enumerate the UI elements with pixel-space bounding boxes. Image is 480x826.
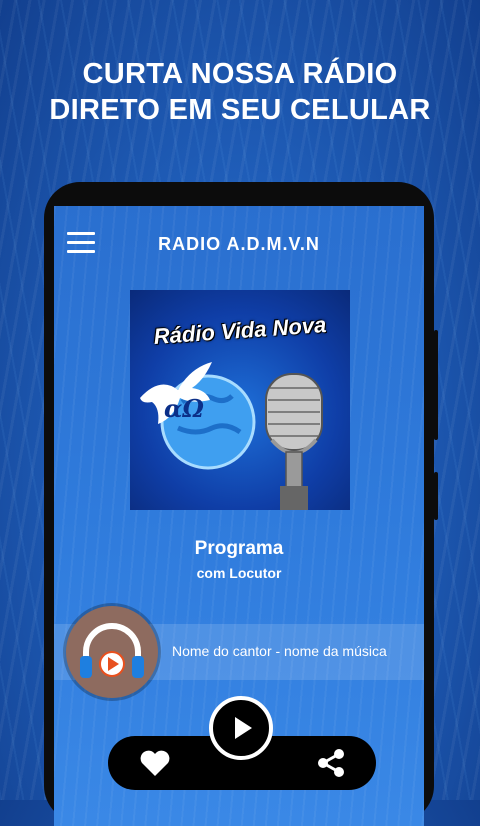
promo-headline: CURTA NOSSA RÁDIO DIRETO EM SEU CELULAR xyxy=(0,56,480,128)
program-title: Programa xyxy=(194,538,284,559)
app-top-bar: RADIO A.D.M.V.N xyxy=(54,206,424,282)
station-cover-art: Rádio Vida Nova αΩ xyxy=(130,290,350,510)
play-button[interactable] xyxy=(209,696,273,760)
now-playing-text: Nome do cantor - nome da música xyxy=(172,643,387,659)
promo-line-2: DIRETO EM SEU CELULAR xyxy=(49,94,431,126)
promo-line-1: CURTA NOSSA RÁDIO xyxy=(82,58,398,90)
headphones-play-icon xyxy=(80,623,144,678)
share-icon[interactable] xyxy=(314,746,348,780)
microphone-icon xyxy=(265,373,323,510)
app-title: RADIO A.D.M.V.N xyxy=(158,234,320,254)
app-screen: RADIO A.D.M.V.N Rádio Vida Nova αΩ Progr… xyxy=(54,206,424,826)
now-playing-artwork xyxy=(66,606,158,698)
heart-icon[interactable] xyxy=(138,746,172,780)
phone-side-button xyxy=(434,330,438,440)
phone-mockup: RADIO A.D.M.V.N Rádio Vida Nova αΩ Progr… xyxy=(44,182,438,826)
play-icon xyxy=(235,717,252,739)
phone-side-button xyxy=(434,472,438,520)
cover-alpha-omega: αΩ xyxy=(164,394,204,423)
program-subtitle: com Locutor xyxy=(196,565,282,581)
